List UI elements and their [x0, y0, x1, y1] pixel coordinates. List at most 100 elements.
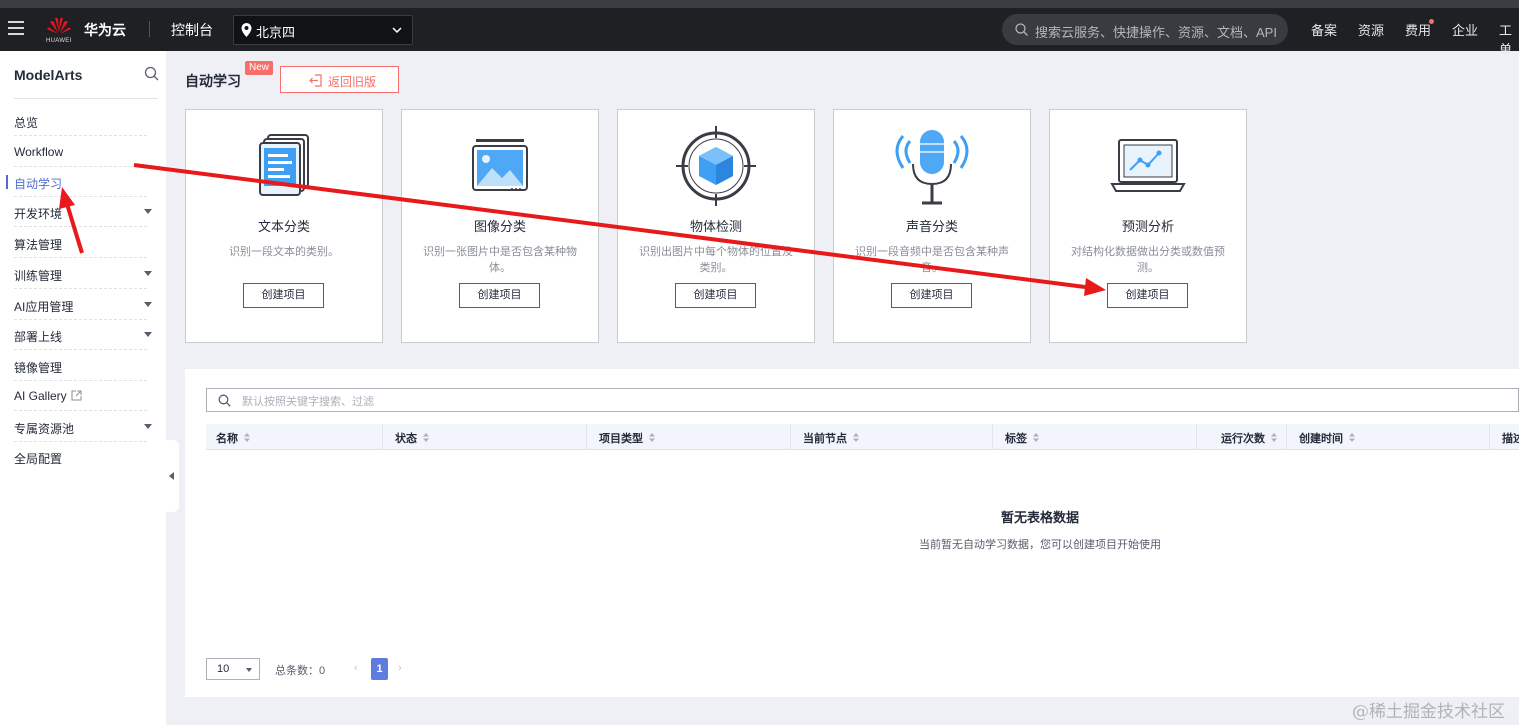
sidebar-item-label: 部署上线 [14, 330, 63, 344]
column-header-name[interactable]: 名称 [216, 430, 250, 446]
caret-down-icon [144, 209, 152, 214]
nav-tickets[interactable]: 工单 [1499, 20, 1519, 58]
page-size-select[interactable]: 10 [206, 658, 260, 680]
column-header-project-type[interactable]: 项目类型 [599, 430, 655, 446]
brand-name[interactable]: 华为云 [84, 20, 126, 40]
active-indicator [6, 175, 8, 189]
create-project-button[interactable]: 创建项目 [1107, 283, 1188, 308]
card-title: 物体检测 [689, 219, 742, 234]
nav-resources[interactable]: 资源 [1358, 20, 1384, 39]
divider [149, 21, 150, 37]
document-icon [259, 134, 309, 196]
sidebar-item-label: Workflow [14, 145, 64, 159]
global-search-input[interactable]: 搜索云服务、快捷操作、资源、文档、API [1002, 14, 1288, 45]
caret-down-icon [144, 302, 152, 307]
sort-icon [853, 433, 859, 442]
next-page-button[interactable]: › [398, 662, 402, 674]
search-icon [218, 394, 231, 407]
sidebar-item-dev-environment[interactable]: 开发环境 [0, 197, 166, 227]
chevron-down-icon [392, 27, 402, 34]
sidebar-item-label: 开发环境 [14, 207, 63, 221]
sort-icon [244, 433, 250, 442]
sidebar-item-resource-pool[interactable]: 专属资源池 [0, 412, 166, 442]
sidebar-item-label: 训练管理 [14, 269, 63, 283]
region-selector[interactable]: 北京四 [233, 15, 413, 45]
create-project-button[interactable]: 创建项目 [243, 283, 324, 308]
search-icon[interactable] [144, 66, 160, 82]
location-pin-icon [241, 23, 252, 37]
sidebar-item-global-config[interactable]: 全局配置 [0, 442, 166, 472]
exit-icon [309, 74, 322, 87]
card-image-classification: 图像分类 识别一张图片中是否包含某种物体。 创建项目 [401, 109, 599, 343]
card-title: 文本分类 [257, 219, 310, 234]
sidebar-item-label: 镜像管理 [14, 361, 63, 375]
card-description: 对结构化数据做出分类或数值预测。 [1071, 246, 1225, 274]
table-search-input[interactable]: 默认按照关键字搜索、过滤 [206, 388, 1519, 412]
card-title: 图像分类 [473, 219, 526, 234]
divider [14, 98, 158, 99]
watermark: @稀土掘金技术社区 [1352, 702, 1505, 722]
card-description: 识别一段音频中是否包含某种声音。 [855, 246, 1009, 274]
global-search-placeholder: 搜索云服务、快捷操作、资源、文档、API [1035, 25, 1277, 40]
sidebar-item-algorithm[interactable]: 算法管理 [0, 228, 166, 258]
column-header-description[interactable]: 描述 [1502, 430, 1519, 446]
caret-down-icon [144, 332, 152, 337]
microphone-icon [895, 130, 969, 205]
nav-filing[interactable]: 备案 [1311, 20, 1337, 39]
sort-icon [1033, 433, 1039, 442]
create-project-button[interactable]: 创建项目 [675, 283, 756, 308]
sidebar-title: ModelArts [14, 67, 83, 83]
nav-enterprise[interactable]: 企业 [1452, 20, 1478, 39]
column-header-created-time[interactable]: 创建时间 [1299, 430, 1355, 446]
top-nav-bar: HUAWEI 华为云 控制台 北京四 搜索云服务、快捷操作、资源、文档、API … [0, 8, 1519, 57]
sidebar-item-label: 总览 [14, 116, 39, 130]
sidebar-item-label: 自动学习 [14, 177, 63, 191]
laptop-chart-icon [1110, 139, 1186, 192]
back-to-old-version-button[interactable]: 返回旧版 [280, 66, 399, 93]
sort-icon [1349, 433, 1355, 442]
external-link-icon [71, 390, 82, 401]
sidebar-item-ai-gallery[interactable]: AI Gallery [0, 381, 166, 411]
card-description: 识别一张图片中是否包含某种物体。 [423, 246, 577, 274]
caret-down-icon [246, 668, 252, 672]
column-header-status[interactable]: 状态 [395, 430, 429, 446]
sidebar-collapse-handle[interactable] [166, 440, 179, 512]
sidebar-item-label: 全局配置 [14, 452, 63, 466]
sidebar-item-auto-learning[interactable]: 自动学习 [0, 167, 166, 197]
prev-page-button[interactable]: ‹ [354, 662, 358, 674]
column-header-current-node[interactable]: 当前节点 [803, 430, 859, 446]
table-search-placeholder: 默认按照关键字搜索、过滤 [242, 396, 374, 408]
empty-state-title: 暂无表格数据 [1000, 510, 1079, 525]
sidebar-item-images[interactable]: 镜像管理 [0, 351, 166, 381]
console-link[interactable]: 控制台 [171, 20, 213, 40]
sidebar-item-ai-apps[interactable]: AI应用管理 [0, 290, 166, 320]
card-text-classification: 文本分类 识别一段文本的类别。 创建项目 [185, 109, 383, 343]
hamburger-menu-icon[interactable] [8, 21, 24, 35]
sidebar-item-deploy[interactable]: 部署上线 [0, 320, 166, 350]
sidebar: ModelArts 总览 Workflow 自动学习 开发环境 算法管理 训练管… [0, 51, 166, 725]
caret-left-icon [169, 472, 174, 480]
back-button-label: 返回旧版 [328, 75, 377, 89]
total-count: 总条数：0 [275, 665, 326, 677]
column-header-tags[interactable]: 标签 [1005, 430, 1039, 446]
sidebar-item-overview[interactable]: 总览 [0, 106, 166, 136]
browser-strip [0, 0, 1519, 8]
column-header-run-count[interactable]: 运行次数 [1221, 430, 1277, 446]
nav-billing[interactable]: 费用 [1405, 20, 1431, 39]
create-project-button[interactable]: 创建项目 [891, 283, 972, 308]
sort-icon [423, 433, 429, 442]
logo-text: HUAWEI [46, 38, 72, 44]
current-page-button[interactable]: 1 [371, 658, 388, 680]
sidebar-item-training[interactable]: 训练管理 [0, 259, 166, 289]
card-predictive-analytics: 预测分析 对结构化数据做出分类或数值预测。 创建项目 [1049, 109, 1247, 343]
sidebar-item-workflow[interactable]: Workflow [0, 137, 166, 167]
card-description: 识别一段文本的类别。 [229, 246, 339, 258]
card-title: 预测分析 [1121, 219, 1174, 234]
create-project-button[interactable]: 创建项目 [459, 283, 540, 308]
card-description: 识别出图片中每个物体的位置及类别。 [639, 246, 793, 274]
caret-down-icon [144, 424, 152, 429]
sort-icon [1271, 433, 1277, 442]
caret-down-icon [144, 271, 152, 276]
card-title: 声音分类 [905, 219, 958, 234]
region-label: 北京四 [256, 25, 296, 40]
